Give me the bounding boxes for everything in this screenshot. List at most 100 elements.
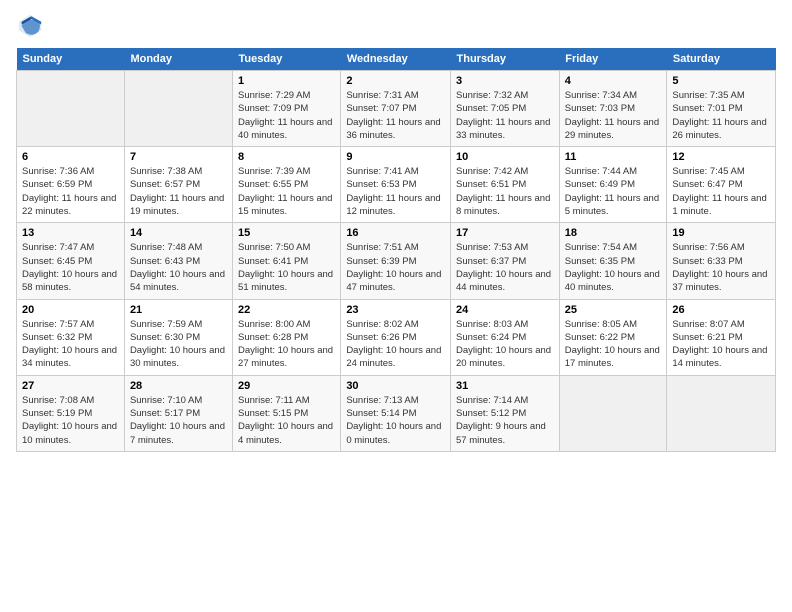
cell-content: Sunrise: 7:42 AMSunset: 6:51 PMDaylight:…: [456, 165, 554, 218]
sunset-label: Sunset: 5:12 PM: [456, 408, 526, 419]
cell-content: Sunrise: 7:38 AMSunset: 6:57 PMDaylight:…: [130, 165, 227, 218]
week-row-3: 13Sunrise: 7:47 AMSunset: 6:45 PMDayligh…: [17, 223, 776, 299]
day-number: 18: [565, 227, 662, 239]
day-cell: 20Sunrise: 7:57 AMSunset: 6:32 PMDayligh…: [17, 299, 125, 375]
daylight-label: Daylight: 10 hours and 7 minutes.: [130, 421, 225, 445]
sunrise-label: Sunrise: 8:07 AM: [672, 319, 744, 330]
sunset-label: Sunset: 6:32 PM: [22, 332, 92, 343]
sunrise-label: Sunrise: 7:41 AM: [346, 166, 418, 177]
daylight-label: Daylight: 11 hours and 22 minutes.: [22, 193, 116, 217]
day-number: 3: [456, 75, 554, 87]
cell-content: Sunrise: 7:08 AMSunset: 5:19 PMDaylight:…: [22, 394, 119, 447]
sunrise-label: Sunrise: 8:02 AM: [346, 319, 418, 330]
daylight-label: Daylight: 10 hours and 34 minutes.: [22, 345, 117, 369]
day-number: 11: [565, 151, 662, 163]
day-cell: 1Sunrise: 7:29 AMSunset: 7:09 PMDaylight…: [233, 71, 341, 147]
daylight-label: Daylight: 10 hours and 37 minutes.: [672, 269, 767, 293]
sunset-label: Sunset: 5:19 PM: [22, 408, 92, 419]
day-number: 27: [22, 380, 119, 392]
daylight-label: Daylight: 11 hours and 15 minutes.: [238, 193, 332, 217]
sunrise-label: Sunrise: 7:36 AM: [22, 166, 94, 177]
daylight-label: Daylight: 11 hours and 36 minutes.: [346, 117, 440, 141]
sunset-label: Sunset: 7:01 PM: [672, 103, 742, 114]
daylight-label: Daylight: 10 hours and 24 minutes.: [346, 345, 441, 369]
daylight-label: Daylight: 11 hours and 1 minute.: [672, 193, 766, 217]
daylight-label: Daylight: 10 hours and 10 minutes.: [22, 421, 117, 445]
column-header-wednesday: Wednesday: [341, 48, 451, 71]
daylight-label: Daylight: 10 hours and 54 minutes.: [130, 269, 225, 293]
day-cell: 9Sunrise: 7:41 AMSunset: 6:53 PMDaylight…: [341, 147, 451, 223]
day-number: 6: [22, 151, 119, 163]
cell-content: Sunrise: 7:47 AMSunset: 6:45 PMDaylight:…: [22, 241, 119, 294]
daylight-label: Daylight: 11 hours and 29 minutes.: [565, 117, 659, 141]
daylight-label: Daylight: 11 hours and 40 minutes.: [238, 117, 332, 141]
day-number: 8: [238, 151, 335, 163]
cell-content: Sunrise: 7:29 AM Sunset: 7:09 PM Daylight:…: [238, 89, 335, 142]
day-cell: 22Sunrise: 8:00 AMSunset: 6:28 PMDayligh…: [233, 299, 341, 375]
page: SundayMondayTuesdayWednesdayThursdayFrid…: [0, 0, 792, 612]
day-number: 30: [346, 380, 445, 392]
day-number: 31: [456, 380, 554, 392]
sunrise-label: Sunrise: 7:29 AM: [238, 90, 310, 101]
day-cell: 13Sunrise: 7:47 AMSunset: 6:45 PMDayligh…: [17, 223, 125, 299]
sunrise-label: Sunrise: 7:56 AM: [672, 242, 744, 253]
day-cell: 17Sunrise: 7:53 AMSunset: 6:37 PMDayligh…: [451, 223, 560, 299]
sunset-label: Sunset: 6:47 PM: [672, 179, 742, 190]
sunrise-label: Sunrise: 7:39 AM: [238, 166, 310, 177]
day-cell: 21Sunrise: 7:59 AMSunset: 6:30 PMDayligh…: [124, 299, 232, 375]
day-number: 29: [238, 380, 335, 392]
sunrise-label: Sunrise: 8:00 AM: [238, 319, 310, 330]
sunset-label: Sunset: 7:09 PM: [238, 103, 308, 114]
daylight-label: Daylight: 11 hours and 33 minutes.: [456, 117, 550, 141]
sunrise-label: Sunrise: 7:10 AM: [130, 395, 202, 406]
sunrise-label: Sunrise: 7:45 AM: [672, 166, 744, 177]
day-cell: 10Sunrise: 7:42 AMSunset: 6:51 PMDayligh…: [451, 147, 560, 223]
cell-content: Sunrise: 7:54 AMSunset: 6:35 PMDaylight:…: [565, 241, 662, 294]
day-cell: [124, 71, 232, 147]
sunrise-label: Sunrise: 7:51 AM: [346, 242, 418, 253]
daylight-label: Daylight: 10 hours and 51 minutes.: [238, 269, 333, 293]
day-number: 25: [565, 304, 662, 316]
cell-content: Sunrise: 7:11 AMSunset: 5:15 PMDaylight:…: [238, 394, 335, 447]
sunset-label: Sunset: 5:14 PM: [346, 408, 416, 419]
sunrise-label: Sunrise: 8:03 AM: [456, 319, 528, 330]
sunset-label: Sunset: 7:03 PM: [565, 103, 635, 114]
daylight-label: Daylight: 10 hours and 0 minutes.: [346, 421, 441, 445]
cell-content: Sunrise: 7:35 AMSunset: 7:01 PMDaylight:…: [672, 89, 770, 142]
day-cell: 7 Sunrise: 7:38 AMSunset: 6:57 PMDaylight…: [124, 147, 232, 223]
day-cell: 23Sunrise: 8:02 AMSunset: 6:26 PMDayligh…: [341, 299, 451, 375]
sunrise-label: Sunrise: 7:31 AM: [346, 90, 418, 101]
sunset-label: Sunset: 6:33 PM: [672, 256, 742, 267]
day-cell: 31Sunrise: 7:14 AMSunset: 5:12 PMDayligh…: [451, 375, 560, 451]
daylight-label: Daylight: 10 hours and 47 minutes.: [346, 269, 441, 293]
daylight-label: Daylight: 11 hours and 8 minutes.: [456, 193, 550, 217]
daylight-label: Daylight: 10 hours and 27 minutes.: [238, 345, 333, 369]
week-row-5: 27 Sunrise: 7:08 AMSunset: 5:19 PMDayligh…: [17, 375, 776, 451]
sunrise-label: Sunrise: 7:44 AM: [565, 166, 637, 177]
cell-content: Sunrise: 8:00 AMSunset: 6:28 PMDaylight:…: [238, 318, 335, 371]
day-cell: 30Sunrise: 7:13 AMSunset: 5:14 PMDayligh…: [341, 375, 451, 451]
day-cell: 18 Sunrise: 7:54 AMSunset: 6:35 PMDayligh…: [559, 223, 667, 299]
cell-content: Sunrise: 7:39 AMSunset: 6:55 PMDaylight:…: [238, 165, 335, 218]
day-number: 16: [346, 227, 445, 239]
day-cell: 15Sunrise: 7:50 AMSunset: 6:41 PMDayligh…: [233, 223, 341, 299]
day-number: 17: [456, 227, 554, 239]
cell-content: Sunrise: 7:51 AMSunset: 6:39 PMDaylight:…: [346, 241, 445, 294]
sunset-label: Sunset: 6:22 PM: [565, 332, 635, 343]
day-cell: 24Sunrise: 8:03 AMSunset: 6:24 PMDayligh…: [451, 299, 560, 375]
column-header-thursday: Thursday: [451, 48, 560, 71]
day-cell: [559, 375, 667, 451]
cell-content: Sunrise: 7:32 AMSunset: 7:05 PMDaylight:…: [456, 89, 554, 142]
cell-content: Sunrise: 7:34 AMSunset: 7:03 PMDaylight:…: [565, 89, 662, 142]
sunrise-label: Sunrise: 7:48 AM: [130, 242, 202, 253]
day-cell: 25Sunrise: 8:05 AMSunset: 6:22 PMDayligh…: [559, 299, 667, 375]
day-number: 7: [130, 151, 227, 163]
sunrise-label: Sunrise: 8:05 AM: [565, 319, 637, 330]
day-cell: [667, 375, 776, 451]
day-number: 2: [346, 75, 445, 87]
day-cell: 4Sunrise: 7:34 AMSunset: 7:03 PMDaylight…: [559, 71, 667, 147]
daylight-label: Daylight: 11 hours and 5 minutes.: [565, 193, 659, 217]
cell-content: Sunrise: 7:50 AMSunset: 6:41 PMDaylight:…: [238, 241, 335, 294]
day-cell: 28Sunrise: 7:10 AMSunset: 5:17 PMDayligh…: [124, 375, 232, 451]
cell-content: Sunrise: 7:59 AMSunset: 6:30 PMDaylight:…: [130, 318, 227, 371]
